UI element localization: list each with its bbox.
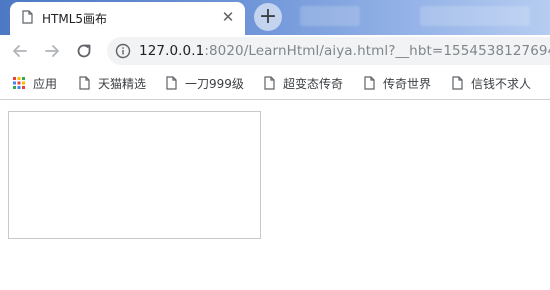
apps-grid-icon: [13, 77, 25, 89]
page-icon: [79, 76, 90, 90]
tab-strip: HTML5画布 ✕ +: [0, 0, 550, 35]
active-tab[interactable]: HTML5画布 ✕: [10, 2, 245, 35]
bookmark-item[interactable]: 超变态传奇: [264, 75, 343, 91]
bookmark-label: 超变态传奇: [283, 76, 344, 91]
page-icon: [22, 10, 33, 24]
background-window-blur: [420, 6, 530, 26]
bookmark-item[interactable]: 天猫精选: [79, 75, 146, 91]
html5-canvas: [8, 111, 261, 239]
toolbar: 127.0.0.1:8020/LearnHtml/aiya.html?__hbt…: [0, 35, 550, 67]
close-icon[interactable]: ✕: [219, 8, 237, 26]
new-tab-button[interactable]: +: [254, 3, 282, 31]
url-host: 127.0.0.1: [139, 43, 205, 59]
bookmark-label: 天猫精选: [98, 76, 147, 91]
bookmark-label: 一刀999级: [185, 76, 244, 91]
address-bar[interactable]: 127.0.0.1:8020/LearnHtml/aiya.html?__hbt…: [107, 37, 550, 65]
arrow-right-icon[interactable]: [42, 41, 62, 61]
apps-label: 应用: [33, 76, 58, 91]
page-icon: [264, 76, 275, 90]
bookmark-label: 传奇世界: [383, 76, 432, 91]
reload-icon[interactable]: [74, 41, 94, 61]
page-icon: [166, 76, 177, 90]
url-path: :8020/LearnHtml/aiya.html?__hbt=15545381…: [204, 43, 550, 59]
info-icon[interactable]: [115, 43, 131, 59]
page-icon: [364, 76, 375, 90]
tab-title: HTML5画布: [42, 12, 108, 26]
page-icon: [452, 76, 463, 90]
bookmark-item[interactable]: 信钱不求人: [452, 75, 531, 91]
apps-shortcut[interactable]: 应用: [13, 75, 57, 91]
bookmark-item[interactable]: 一刀999级: [166, 75, 244, 91]
bookmark-label: 信钱不求人: [471, 76, 532, 91]
bookmarks-bar: 应用 天猫精选 一刀999级 超变态传奇 传奇世界 信钱不求人: [0, 67, 550, 100]
arrow-left-icon[interactable]: [10, 41, 30, 61]
background-window-blur: [300, 6, 360, 26]
url-text[interactable]: 127.0.0.1:8020/LearnHtml/aiya.html?__hbt…: [139, 43, 550, 59]
bookmark-item[interactable]: 传奇世界: [364, 75, 431, 91]
